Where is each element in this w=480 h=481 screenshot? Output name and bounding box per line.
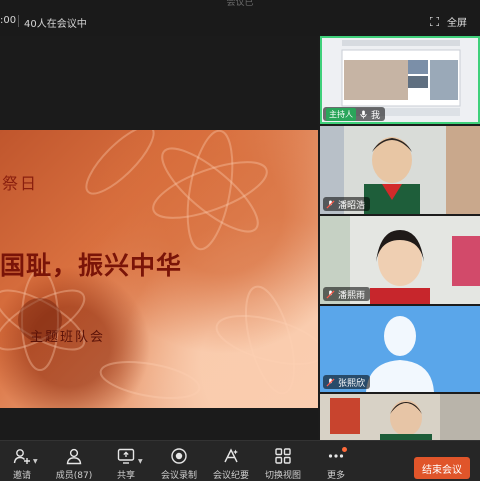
video-feed	[320, 394, 480, 440]
participant-label: 潘熙雨	[323, 287, 371, 301]
meeting-notes-label: 会议纪要	[212, 471, 249, 481]
participant-name: 潘昭浩	[338, 200, 366, 211]
record-icon	[171, 448, 187, 464]
notification-dot	[342, 447, 347, 452]
shared-screen-area[interactable]: 祭日 国耻，振兴中华 主题班队会	[0, 36, 318, 440]
members-button[interactable]: 成员(87)	[46, 447, 102, 481]
participant-label: 张熙欣	[323, 375, 371, 389]
ai-notes-icon	[224, 448, 238, 463]
participant-tile-self[interactable]: 主持人 我	[320, 36, 480, 124]
microphone-muted-icon	[326, 199, 335, 209]
participant-count: 40人在会议中	[24, 19, 87, 30]
presentation-slide: 祭日 国耻，振兴中华 主题班队会	[0, 130, 318, 408]
record-label: 会议录制	[160, 471, 197, 481]
participant-name: 我	[371, 110, 381, 121]
participant-tile[interactable]	[320, 394, 480, 440]
invite-label: 邀请	[12, 471, 31, 481]
fullscreen-icon	[430, 16, 439, 26]
switch-view-label: 切换视图	[264, 471, 301, 481]
record-button[interactable]: 会议录制	[151, 447, 207, 481]
host-badge: 主持人	[326, 107, 356, 121]
participant-name: 潘熙雨	[338, 290, 366, 301]
fullscreen-label: 全屏	[447, 17, 467, 29]
share-button[interactable]: 共享	[98, 447, 154, 481]
more-button[interactable]: 更多	[308, 447, 364, 481]
slide-day-text: 祭日	[2, 174, 39, 193]
divider	[18, 15, 19, 27]
participant-name: 张熙欣	[338, 378, 366, 389]
share-label: 共享	[116, 471, 135, 481]
top-bar: 会议已 :00 40人在会议中 全屏	[0, 0, 480, 36]
chevron-down-icon: ▼	[33, 458, 38, 465]
participant-tile[interactable]: 张熙欣	[320, 306, 480, 392]
switch-view-button[interactable]: 切换视图	[255, 447, 311, 481]
more-label: 更多	[326, 471, 345, 481]
slide-title: 国耻，振兴中华	[0, 251, 183, 280]
microphone-icon	[360, 109, 367, 119]
microphone-muted-icon	[326, 289, 335, 299]
add-user-icon	[13, 449, 30, 464]
share-screen-icon	[117, 448, 135, 464]
invite-button[interactable]: 邀请	[0, 447, 50, 481]
fullscreen-button[interactable]: 全屏	[430, 13, 467, 29]
microphone-muted-icon	[326, 377, 335, 387]
participant-tile[interactable]: 潘昭浩	[320, 126, 480, 214]
participant-label: 潘昭浩	[323, 197, 371, 211]
meeting-title: 会议已	[226, 0, 254, 8]
meeting-notes-button[interactable]: 会议纪要	[203, 447, 259, 481]
meeting-toolbar: 邀请 ▼ 成员(87) 共享 ▼ 会议录制 会议纪要 切换视图 更多 结束会议	[0, 440, 480, 481]
chevron-down-icon: ▼	[138, 458, 143, 465]
slide-subtitle: 主题班队会	[30, 330, 106, 345]
end-meeting-button[interactable]: 结束会议	[414, 457, 470, 479]
members-label: 成员(87)	[55, 471, 93, 481]
meeting-timer: :00	[0, 15, 17, 26]
participant-tile[interactable]: 潘熙雨	[320, 216, 480, 304]
view-grid-icon	[275, 448, 291, 464]
members-icon	[66, 448, 82, 465]
participant-label: 主持人 我	[323, 107, 386, 121]
